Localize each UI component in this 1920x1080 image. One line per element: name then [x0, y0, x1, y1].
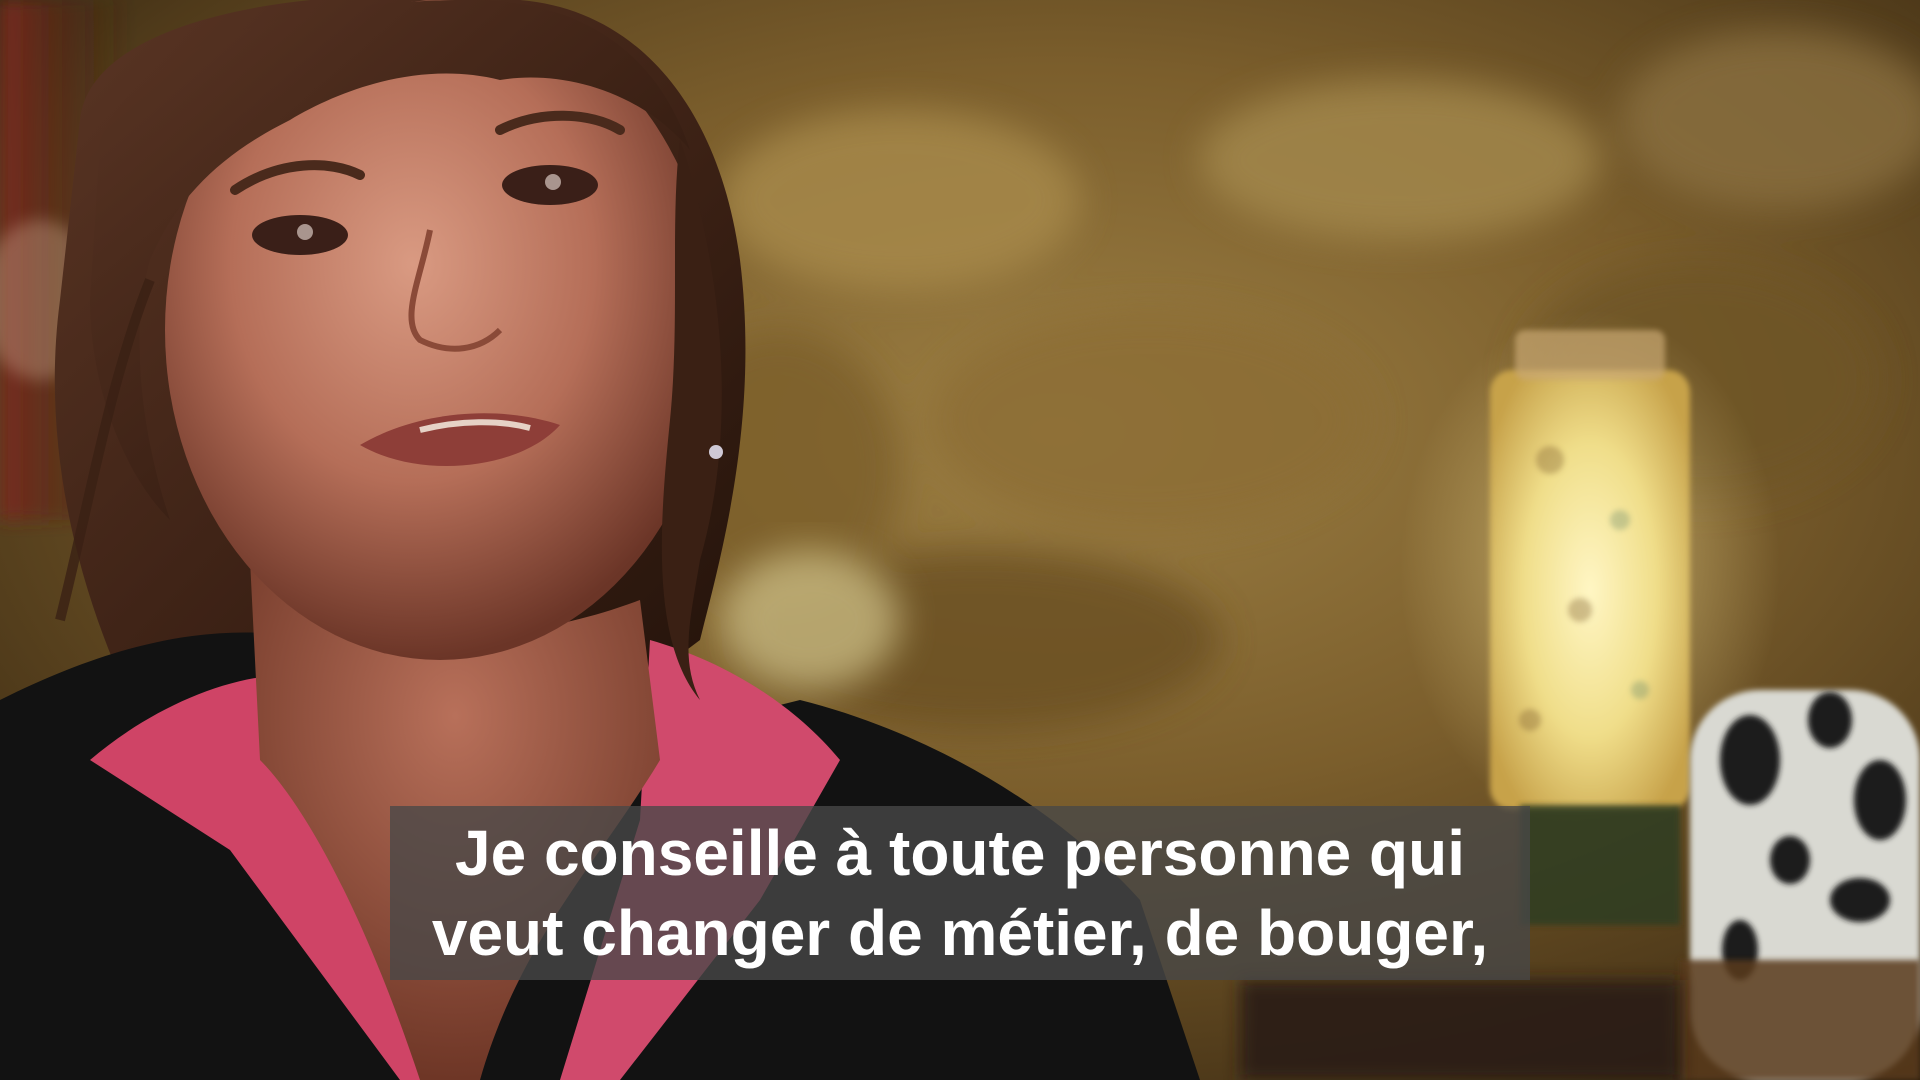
video-frame: Je conseille à toute personne qui veut c…	[0, 0, 1920, 1080]
subtitle-line-2: veut changer de métier, de bouger,	[431, 897, 1489, 969]
subtitle-box: Je conseille à toute personne qui veut c…	[390, 806, 1530, 980]
subtitle-line-1: Je conseille à toute personne qui	[454, 817, 1466, 889]
